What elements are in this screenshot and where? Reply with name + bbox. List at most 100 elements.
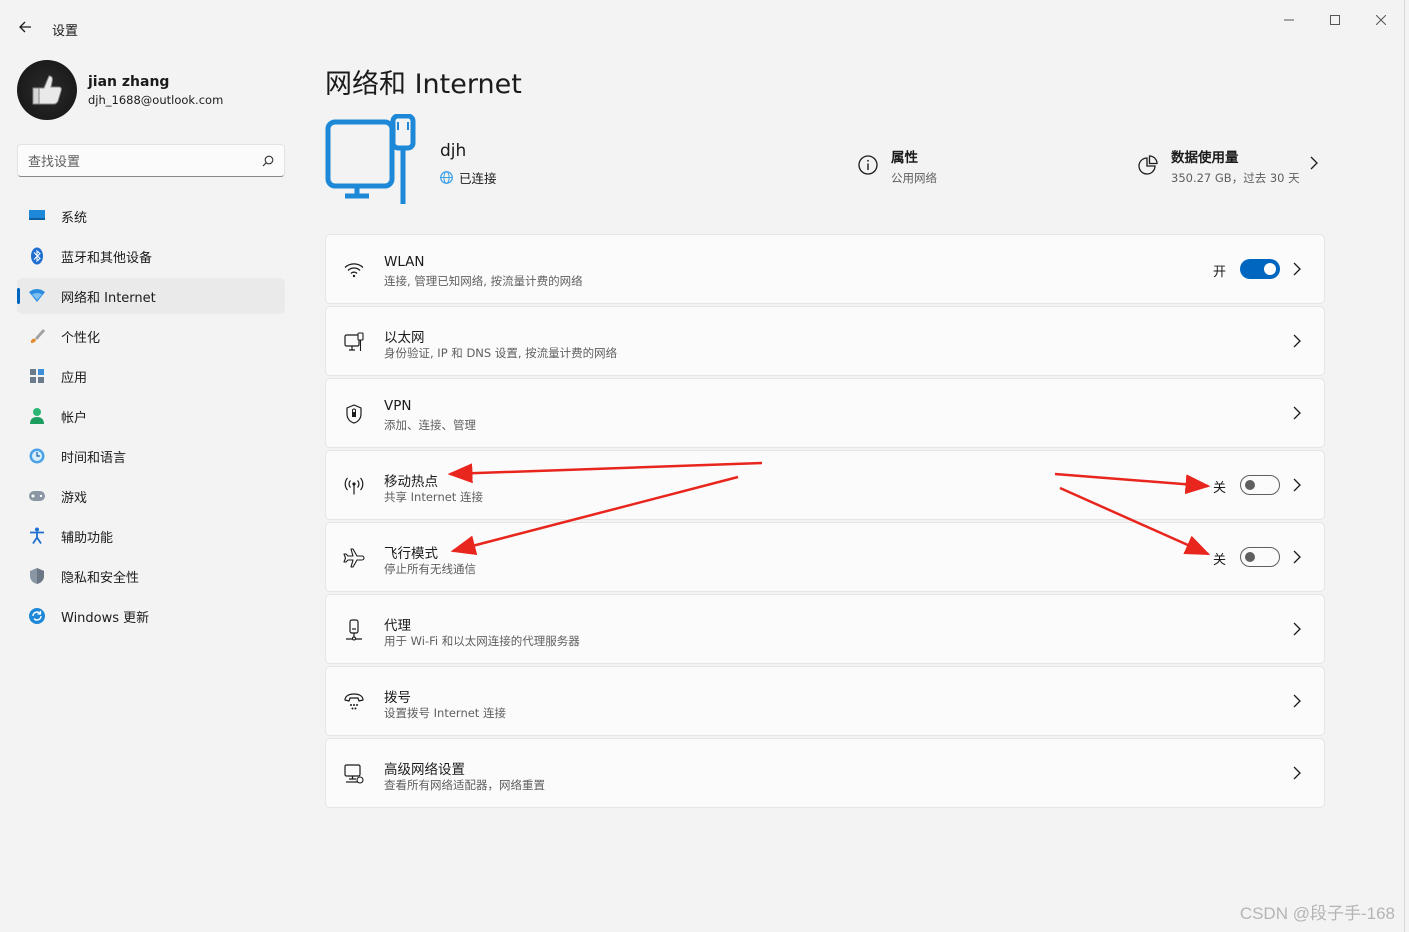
toggle-state-label: 开	[1212, 265, 1226, 280]
sidebar-item-label: 网络和 Internet	[61, 290, 156, 306]
sidebar-item-label: 辅助功能	[61, 530, 114, 546]
setting-title: VPN	[384, 398, 412, 414]
setting-title: 以太网	[384, 330, 425, 346]
mobile-hotspot-toggle[interactable]	[1240, 475, 1280, 495]
setting-subtitle: 添加、连接、管理	[384, 418, 476, 432]
watermark: CSDN @段子手-168	[1239, 904, 1395, 923]
setting-title: 高级网络设置	[384, 762, 465, 778]
profile-name: jian zhang	[88, 73, 170, 90]
sidebar-nav: 系统 蓝牙和其他设备 网络和 Internet 个性化 应用 帐户 时间和语言 …	[17, 198, 285, 638]
advanced-network-icon	[343, 763, 365, 785]
sidebar-item-windows-update[interactable]: Windows 更新	[17, 598, 285, 634]
avatar	[17, 60, 77, 120]
wlan-toggle[interactable]	[1240, 259, 1280, 279]
setting-subtitle: 身份验证, IP 和 DNS 设置, 按流量计费的网络	[384, 346, 618, 360]
chevron-right-icon	[1290, 477, 1304, 493]
info-icon	[858, 155, 878, 175]
setting-subtitle: 设置拨号 Internet 连接	[384, 706, 506, 720]
sidebar-item-label: 游戏	[61, 490, 88, 506]
setting-title: 移动热点	[384, 474, 438, 490]
sidebar-item-bluetooth[interactable]: 蓝牙和其他设备	[17, 238, 285, 274]
globe-icon	[440, 171, 453, 184]
sidebar-item-privacy[interactable]: 隐私和安全性	[17, 558, 285, 594]
chevron-right-icon	[1290, 693, 1304, 709]
settings-window: 设置 jian zhang djh_1688@outlook.com 查找设置 …	[0, 0, 1405, 932]
vpn-shield-icon	[343, 403, 365, 425]
close-button[interactable]	[1358, 0, 1404, 40]
chevron-right-icon	[1290, 405, 1304, 421]
setting-subtitle: 连接, 管理已知网络, 按流量计费的网络	[384, 274, 583, 288]
privacy-shield-icon	[27, 566, 47, 586]
minimize-button[interactable]	[1266, 0, 1312, 40]
back-button[interactable]	[14, 16, 36, 38]
toggle-knob	[1245, 480, 1255, 490]
setting-row-vpn[interactable]: VPN 添加、连接、管理	[325, 378, 1325, 448]
hotspot-icon	[343, 475, 365, 497]
search-input[interactable]: 查找设置	[28, 151, 262, 170]
properties-title: 属性	[891, 150, 918, 166]
maximize-icon	[1330, 15, 1340, 25]
sidebar-item-time-language[interactable]: 时间和语言	[17, 438, 285, 474]
pie-chart-icon	[1138, 155, 1158, 175]
airplane-icon	[343, 547, 365, 569]
airplane-mode-toggle[interactable]	[1240, 547, 1280, 567]
toggle-knob	[1245, 552, 1255, 562]
sidebar-item-accessibility[interactable]: 辅助功能	[17, 518, 285, 554]
minimize-icon	[1284, 19, 1294, 21]
setting-subtitle: 停止所有无线通信	[384, 562, 476, 576]
sidebar-item-label: 系统	[61, 210, 88, 226]
thumbs-up-icon	[32, 75, 62, 105]
maximize-button[interactable]	[1312, 0, 1358, 40]
setting-row-airplane-mode[interactable]: 飞行模式 停止所有无线通信 关	[325, 522, 1325, 592]
setting-row-ethernet[interactable]: 以太网 身份验证, IP 和 DNS 设置, 按流量计费的网络	[325, 306, 1325, 376]
sidebar-item-apps[interactable]: 应用	[17, 358, 285, 394]
setting-row-mobile-hotspot[interactable]: 移动热点 共享 Internet 连接 关	[325, 450, 1325, 520]
search-box[interactable]: 查找设置	[17, 144, 285, 177]
setting-row-dialup[interactable]: 拨号 设置拨号 Internet 连接	[325, 666, 1325, 736]
window-controls	[1266, 0, 1404, 40]
status-text: 已连接	[459, 171, 497, 186]
time-language-icon	[27, 446, 47, 466]
setting-title: 拨号	[384, 690, 411, 706]
sidebar-item-label: Windows 更新	[61, 610, 150, 626]
setting-title: 飞行模式	[384, 546, 438, 562]
sidebar-item-network[interactable]: 网络和 Internet	[17, 278, 285, 314]
setting-subtitle: 查看所有网络适配器，网络重置	[384, 778, 545, 792]
toggle-state-label: 关	[1212, 553, 1226, 568]
account-icon	[27, 406, 47, 426]
setting-title: WLAN	[384, 254, 425, 270]
close-icon	[1376, 15, 1386, 25]
setting-row-wlan[interactable]: WLAN 连接, 管理已知网络, 按流量计费的网络 开	[325, 234, 1325, 304]
sidebar-item-personalize[interactable]: 个性化	[17, 318, 285, 354]
data-usage-link[interactable]: 数据使用量 350.27 GB，过去 30 天	[1137, 146, 1318, 186]
back-arrow-icon	[19, 21, 31, 33]
network-icon	[27, 286, 47, 306]
user-profile[interactable]: jian zhang djh_1688@outlook.com	[17, 60, 223, 120]
properties-link[interactable]: 属性 公用网络	[857, 146, 937, 186]
setting-row-advanced-network[interactable]: 高级网络设置 查看所有网络适配器，网络重置	[325, 738, 1325, 808]
sidebar-item-gaming[interactable]: 游戏	[17, 478, 285, 514]
sidebar-item-label: 帐户	[61, 410, 88, 426]
title-bar: 设置	[0, 0, 1404, 48]
chevron-right-icon	[1310, 156, 1318, 170]
sidebar-item-label: 蓝牙和其他设备	[61, 250, 153, 266]
network-status-card: djh 已连接 属性 公用网络 数据使用量 350.27 GB，过去 30 天	[325, 114, 1325, 210]
page-title: 网络和 Internet	[325, 69, 522, 100]
chevron-right-icon	[1290, 621, 1304, 637]
bluetooth-icon	[27, 246, 47, 266]
chevron-right-icon	[1290, 333, 1304, 349]
wifi-icon	[343, 259, 365, 281]
app-title: 设置	[52, 24, 79, 39]
setting-subtitle: 共享 Internet 连接	[384, 490, 483, 504]
windows-update-icon	[27, 606, 47, 626]
profile-email: djh_1688@outlook.com	[88, 92, 224, 107]
system-icon	[27, 206, 47, 226]
chevron-right-icon	[1290, 549, 1304, 565]
accessibility-icon	[27, 526, 47, 546]
setting-row-proxy[interactable]: 代理 用于 Wi-Fi 和以太网连接的代理服务器	[325, 594, 1325, 664]
data-usage-sub: 350.27 GB，过去 30 天	[1171, 171, 1300, 185]
toggle-state-label: 关	[1212, 481, 1226, 496]
sidebar-item-system[interactable]: 系统	[17, 198, 285, 234]
sidebar-item-account[interactable]: 帐户	[17, 398, 285, 434]
personalize-icon	[27, 326, 47, 346]
